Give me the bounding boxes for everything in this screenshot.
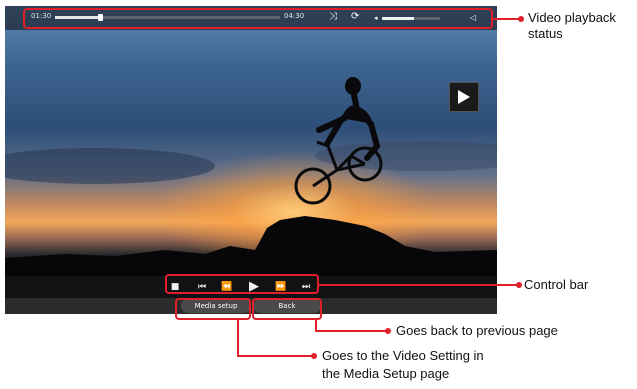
media-setup-highlight-box: [175, 298, 251, 320]
back-callout-line-h: [315, 330, 387, 332]
video-player-screen: 01:30 04:30 ⤨ ⟳ ◂ ◁ ■ ⏮ ⏪ ▶ ⏩ ⏭ Media se…: [5, 6, 497, 314]
media-setup-callout-text-line2: the Media Setup page: [322, 366, 450, 381]
media-setup-callout-line-v: [237, 320, 239, 357]
control-bar-callout-line: [319, 284, 519, 286]
play-overlay-button[interactable]: [449, 82, 479, 112]
back-callout-dot: [385, 328, 391, 334]
media-setup-callout-dot: [311, 353, 317, 359]
status-callout-dot: [518, 16, 524, 22]
back-highlight-box: [252, 298, 322, 320]
status-callout-text: Video playback status: [528, 10, 616, 41]
bottom-button-row: Media setup Back: [5, 298, 497, 314]
control-bar-callout-text: Control bar: [524, 277, 589, 292]
media-setup-callout-text-line1: Goes to the Video Setting in: [322, 348, 484, 363]
play-icon: [458, 90, 470, 104]
status-callout-line: [493, 18, 521, 20]
status-highlight-box: [23, 8, 493, 29]
video-scene: [5, 77, 497, 276]
video-frame[interactable]: 01:30 04:30 ⤨ ⟳ ◂ ◁: [5, 6, 497, 276]
control-bar-highlight-box: [165, 274, 319, 294]
back-callout-text: Goes back to previous page: [396, 323, 558, 338]
control-bar-callout-dot: [516, 282, 522, 288]
media-setup-callout-line-h: [237, 355, 313, 357]
